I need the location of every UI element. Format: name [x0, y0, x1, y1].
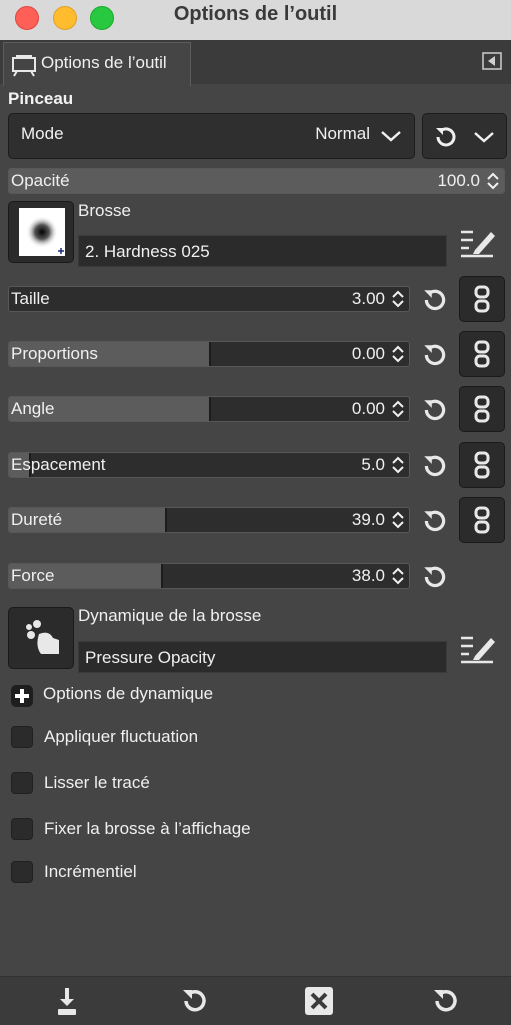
plus-icon [15, 689, 29, 703]
window-title: Options de l’outil [173, 3, 338, 25]
title-bar: Options de l’outil [0, 0, 511, 41]
incremental-checkbox[interactable] [11, 861, 33, 883]
hardness-label: Dureté [11, 510, 63, 529]
force-slider[interactable]: Force 38.0 [8, 563, 410, 589]
link-hardness-button[interactable] [459, 497, 505, 543]
chain-link-icon [474, 395, 490, 423]
chain-link-icon [474, 451, 490, 479]
dynamics-options-label: Options de dynamique [43, 684, 214, 703]
link-proportions-button[interactable] [459, 331, 505, 377]
angle-label: Angle [11, 399, 55, 418]
size-label: Taille [11, 289, 50, 308]
opacity-label: Opacité [11, 171, 70, 190]
tab-label: Options de l’outil [41, 53, 167, 72]
restore-icon[interactable] [178, 985, 210, 1017]
mode-value: Normal [315, 124, 370, 143]
smooth-stroke-checkbox[interactable] [11, 772, 33, 794]
hardness-slider[interactable]: Dureté 39.0 [8, 507, 410, 533]
force-value: 38.0 [351, 566, 385, 585]
tab-menu-icon[interactable] [482, 52, 502, 70]
link-size-button[interactable] [459, 276, 505, 322]
hardness-value: 39.0 [351, 510, 385, 529]
lock-brush-to-view-label: Fixer la brosse à l’affichage [44, 819, 251, 838]
brush-preview [19, 208, 65, 256]
apply-jitter-checkbox[interactable] [11, 726, 33, 748]
link-angle-button[interactable] [459, 386, 505, 432]
spin-arrows-icon[interactable] [390, 400, 406, 418]
chevron-down-icon [474, 132, 494, 143]
opacity-fill [9, 169, 504, 193]
reset-hardness-icon[interactable] [421, 507, 449, 535]
mode-select[interactable]: Mode Normal [8, 113, 415, 159]
spin-arrows-icon[interactable] [390, 345, 406, 363]
save-preset-icon[interactable] [51, 985, 83, 1017]
size-value: 3.00 [351, 289, 385, 308]
chain-link-icon [474, 285, 490, 313]
reset-angle-icon[interactable] [421, 396, 449, 424]
edit-brush-icon[interactable] [459, 226, 497, 260]
lock-brush-to-view-checkbox[interactable] [11, 818, 33, 840]
spin-arrows-icon[interactable] [390, 456, 406, 474]
mode-label: Mode [21, 124, 64, 143]
reset-spacing-icon[interactable] [421, 452, 449, 480]
dynamics-name-field[interactable]: Pressure Opacity [78, 641, 447, 673]
brush-name-field[interactable]: 2. Hardness 025 [78, 235, 447, 267]
spin-arrows-icon[interactable] [485, 172, 501, 190]
proportions-slider[interactable]: Proportions 0.00 [8, 341, 410, 367]
opacity-slider[interactable]: Opacité 100.0 [8, 168, 505, 194]
brush-preview-button[interactable] [8, 201, 74, 263]
reset-icon[interactable] [429, 985, 461, 1017]
reset-proportions-icon[interactable] [421, 341, 449, 369]
tool-options-icon [12, 55, 36, 77]
spin-arrows-icon[interactable] [390, 567, 406, 585]
spin-arrows-icon[interactable] [390, 511, 406, 529]
reset-size-icon[interactable] [421, 286, 449, 314]
spacing-value: 5.0 [361, 455, 385, 474]
tab-tool-options[interactable]: Options de l’outil [3, 42, 191, 86]
spacing-slider[interactable]: Espacement 5.0 [8, 452, 410, 478]
reset-force-icon[interactable] [421, 563, 449, 591]
size-slider[interactable]: Taille 3.00 [8, 286, 410, 312]
force-label: Force [11, 566, 55, 585]
dynamics-label: Dynamique de la brosse [78, 606, 262, 625]
brush-label: Brosse [78, 201, 131, 220]
proportions-label: Proportions [11, 344, 98, 363]
smooth-stroke-label: Lisser le tracé [44, 773, 150, 792]
proportions-value: 0.00 [351, 344, 385, 363]
chain-link-icon [474, 506, 490, 534]
spacing-label: Espacement [11, 455, 106, 474]
dynamics-preview-button[interactable] [8, 607, 74, 669]
chevron-down-icon [381, 131, 401, 142]
bottom-toolbar [0, 976, 511, 1025]
reset-icon [436, 127, 456, 147]
chain-link-icon [474, 340, 490, 368]
spin-arrows-icon[interactable] [390, 290, 406, 308]
angle-slider[interactable]: Angle 0.00 [8, 396, 410, 422]
delete-icon[interactable] [303, 985, 335, 1017]
apply-jitter-label: Appliquer fluctuation [44, 727, 199, 746]
angle-value: 0.00 [351, 399, 385, 418]
tab-bar: Options de l’outil [0, 40, 511, 86]
incremental-label: Incrémentiel [44, 862, 137, 881]
brush-dot-icon [26, 216, 64, 254]
section-title: Pinceau [8, 89, 74, 108]
link-spacing-button[interactable] [459, 442, 505, 488]
opacity-value: 100.0 [437, 171, 480, 190]
dynamics-options-expander[interactable] [11, 685, 33, 707]
dynamics-icon [20, 617, 64, 661]
edit-dynamics-icon[interactable] [459, 632, 497, 666]
mode-reset-menu-button[interactable] [422, 113, 507, 159]
